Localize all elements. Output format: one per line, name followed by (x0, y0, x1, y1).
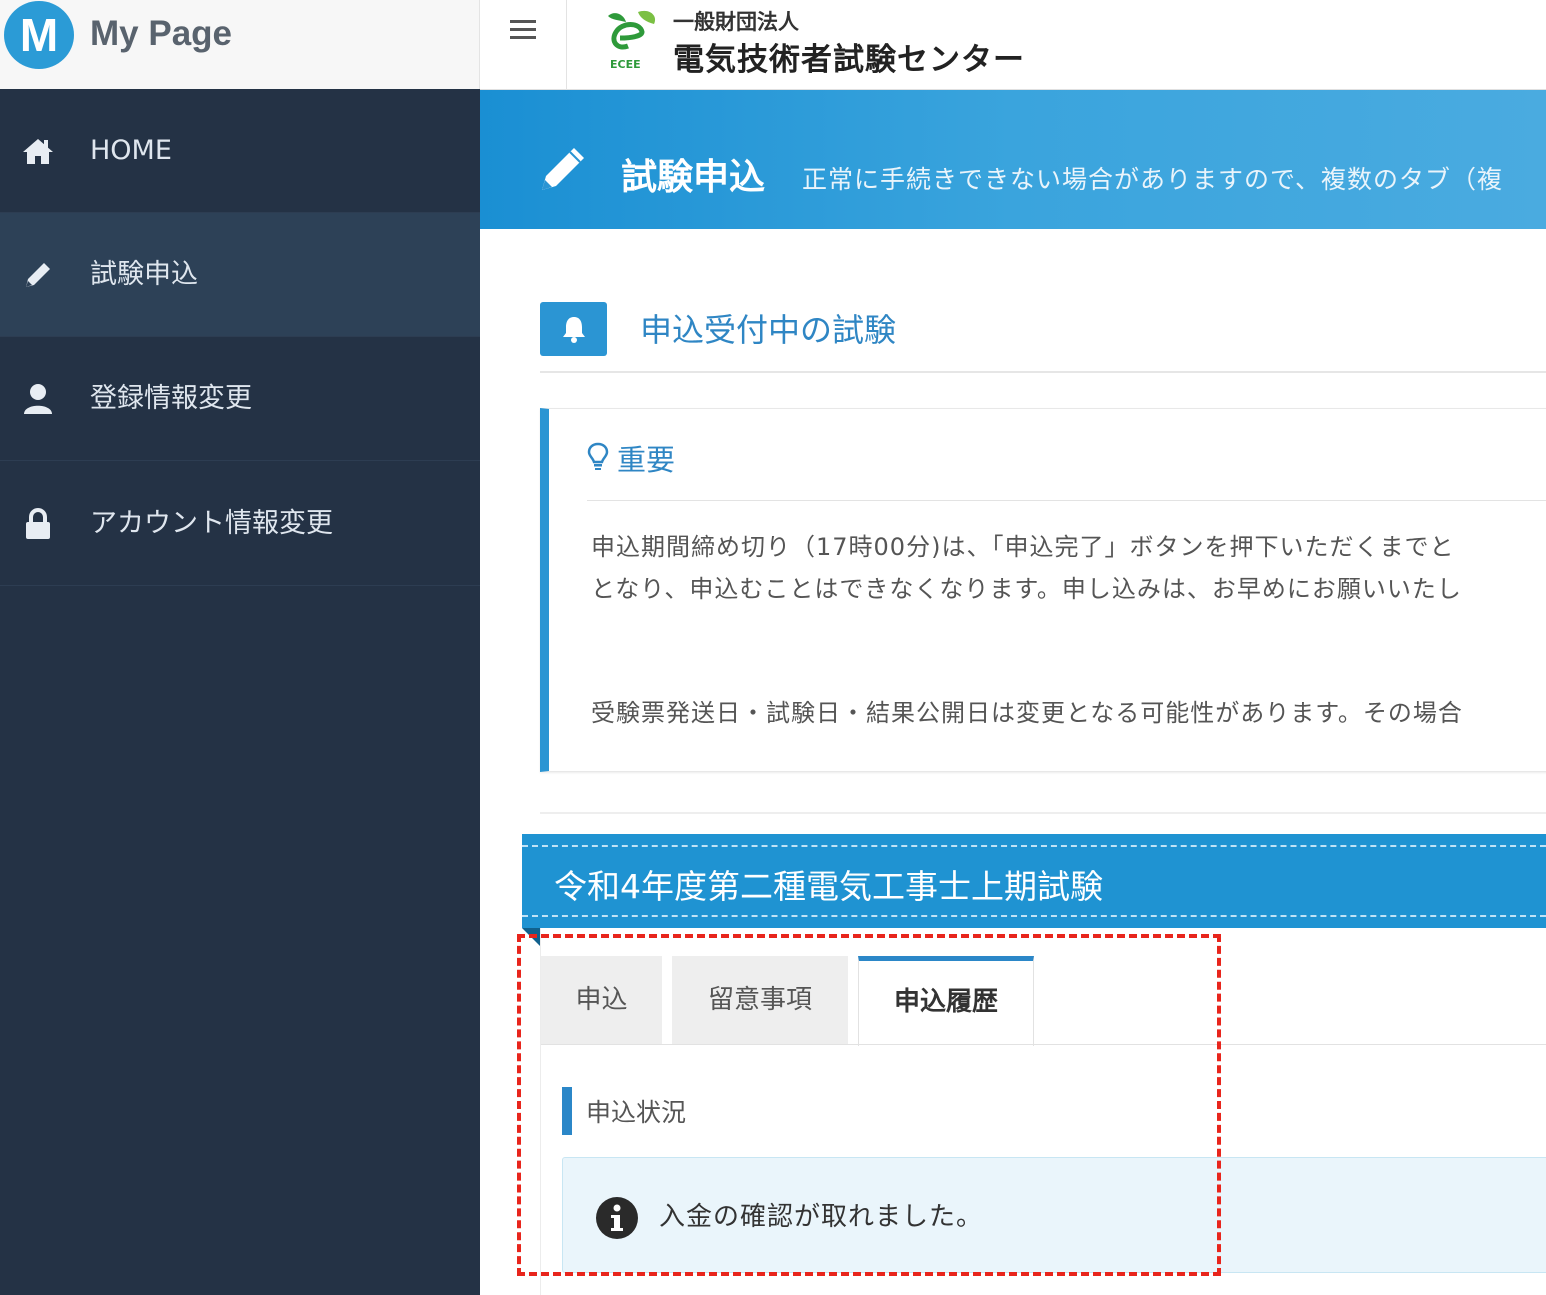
sidebar-item-label: HOME (90, 135, 172, 166)
lightbulb-icon (587, 441, 609, 475)
sidebar-item-account-change[interactable]: アカウント情報変更 (0, 462, 480, 586)
notice-text: 申込期間締め切り（17時00分)は、「申込完了」ボタンを押下いただくまでと (591, 533, 1455, 561)
ecee-logo-icon: ECEE (598, 6, 662, 71)
mypage-logo: M (4, 1, 74, 69)
status-accent-bar (562, 1087, 572, 1135)
notice-text: となり、申込むことはできなくなります。申し込みは、お早めにお願いいたし (591, 575, 1462, 603)
sidebar-item-registration-change[interactable]: 登録情報変更 (0, 337, 480, 461)
bell-icon (540, 302, 607, 356)
sidebar: M My Page HOME 試験申込 登録情報変更 アカウント情報変更 (0, 0, 480, 1295)
divider (566, 0, 567, 90)
exam-ribbon: 令和4年度第二種電気工事士上期試験 (522, 834, 1546, 928)
org-type: 一般財団法人 (673, 10, 799, 34)
tab-application-history[interactable]: 申込履歴 (858, 956, 1034, 1046)
org-logo-text: ECEE (610, 58, 641, 70)
user-icon (22, 337, 54, 461)
tab-application[interactable]: 申込 (541, 956, 662, 1045)
brand-title: My Page (90, 14, 232, 53)
org-name: 電気技術者試験センター (673, 42, 1025, 78)
pencil-icon (22, 213, 54, 337)
section-title: 申込受付中の試験 (640, 311, 897, 349)
page-subtitle: 正常に手続きできない場合がありますので、複数のタブ（複 (802, 165, 1504, 194)
card-border (540, 812, 1546, 814)
exam-title: 令和4年度第二種電気工事士上期試験 (554, 867, 1103, 906)
page-banner: 試験申込 正常に手続きできない場合がありますので、複数のタブ（複 (480, 90, 1546, 229)
brand-header[interactable]: M My Page (0, 0, 480, 89)
divider (540, 371, 1546, 373)
tab-notes[interactable]: 留意事項 (672, 956, 848, 1045)
menu-toggle-icon[interactable] (510, 20, 536, 42)
home-icon (22, 89, 54, 213)
pencil-icon (538, 142, 590, 194)
important-notice: 重要 申込期間締め切り（17時00分)は、「申込完了」ボタンを押下いただくまでと… (540, 408, 1546, 772)
notice-title: 重要 (617, 443, 676, 477)
info-icon (595, 1196, 639, 1240)
notice-header: 重要 (587, 437, 675, 479)
alert-text: 入金の確認が取れました。 (659, 1202, 984, 1232)
status-label: 申込状況 (586, 1098, 687, 1127)
notice-text: 受験票発送日・試験日・結果公開日は変更となる可能性があります。その場合 (591, 699, 1463, 727)
sidebar-item-label: 試験申込 (90, 259, 198, 290)
page-title: 試験申込 (621, 157, 766, 198)
sidebar-item-exam-application[interactable]: 試験申込 (0, 213, 480, 337)
divider (587, 500, 1546, 501)
top-bar: ECEE 一般財団法人 電気技術者試験センター (480, 0, 1546, 90)
ribbon-fold (522, 928, 540, 946)
sidebar-item-label: 登録情報変更 (90, 383, 252, 414)
tabs-underline (541, 1044, 1546, 1045)
payment-status-alert: 入金の確認が取れました。 (562, 1157, 1546, 1273)
sidebar-item-home[interactable]: HOME (0, 89, 480, 213)
lock-icon (22, 462, 54, 586)
sidebar-item-label: アカウント情報変更 (90, 508, 333, 539)
